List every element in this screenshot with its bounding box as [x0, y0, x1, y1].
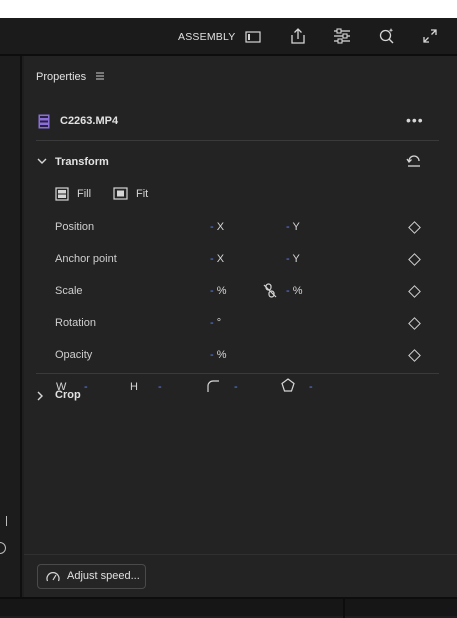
shape-field[interactable]: -: [309, 381, 313, 393]
chevron-right-icon[interactable]: [36, 391, 44, 404]
top-strip: [0, 0, 457, 18]
anchor-point-label: Anchor point: [55, 253, 117, 265]
opacity-label: Opacity: [55, 349, 93, 361]
divider: [343, 599, 345, 618]
keyframe-diamond-icon[interactable]: [408, 349, 421, 362]
crop-h-label: H: [130, 381, 138, 393]
unlink-icon[interactable]: [263, 283, 277, 301]
position-y-field[interactable]: - Y: [286, 221, 300, 233]
fullscreen-icon[interactable]: [422, 28, 438, 47]
rotation-label: Rotation: [55, 317, 96, 329]
panel-menu-icon[interactable]: [95, 71, 105, 84]
crop-w-field[interactable]: -: [84, 381, 88, 393]
speed-gauge-icon: [46, 571, 60, 585]
bottom-bar: [0, 597, 457, 618]
adjust-speed-button[interactable]: Adjust speed...: [37, 564, 146, 589]
clip-icon: [38, 114, 50, 132]
layout-icon[interactable]: [245, 30, 261, 47]
fit-label[interactable]: Fit: [136, 188, 148, 200]
corner-radius-icon: [206, 379, 220, 396]
keyframe-diamond-icon[interactable]: [408, 317, 421, 330]
reset-icon[interactable]: [406, 154, 422, 171]
keyframe-diamond-icon[interactable]: [408, 253, 421, 266]
circle-handle-icon[interactable]: [0, 542, 6, 554]
anchor-y-field[interactable]: - Y: [286, 253, 300, 265]
opacity-field[interactable]: - %: [210, 349, 227, 361]
chevron-down-icon[interactable]: [37, 156, 47, 168]
crop-h-field[interactable]: -: [158, 381, 162, 393]
fill-label[interactable]: Fill: [77, 188, 91, 200]
properties-panel: Properties C2263.MP4 ••• Transform Fill …: [24, 56, 457, 597]
adjust-speed-label: Adjust speed...: [67, 570, 140, 582]
keyframe-diamond-icon[interactable]: [408, 285, 421, 298]
position-x-field[interactable]: - X: [210, 221, 224, 233]
transform-title[interactable]: Transform: [55, 156, 109, 168]
left-panel: [0, 56, 22, 597]
divider: [36, 140, 439, 141]
corner-radius-field[interactable]: -: [234, 381, 238, 393]
scale-label: Scale: [55, 285, 83, 297]
divider: [24, 554, 457, 555]
position-label: Position: [55, 221, 95, 233]
crop-w-label: W: [56, 381, 67, 393]
keyframe-diamond-icon[interactable]: [408, 221, 421, 234]
share-icon[interactable]: [289, 27, 307, 48]
top-toolbar: ASSEMBLY: [0, 18, 457, 56]
playhead-marker: [6, 516, 7, 526]
more-options-icon[interactable]: •••: [406, 112, 424, 128]
shape-icon: [281, 378, 295, 395]
scale-width-field[interactable]: - %: [210, 285, 227, 297]
scale-height-field[interactable]: - %: [286, 285, 303, 297]
quality-search-icon[interactable]: [378, 27, 396, 48]
menu-settings-icon[interactable]: [333, 28, 351, 47]
clip-name: C2263.MP4: [60, 115, 119, 127]
rotation-field[interactable]: - °: [210, 317, 221, 329]
anchor-x-field[interactable]: - X: [210, 253, 224, 265]
divider: [36, 373, 439, 374]
workspace-label[interactable]: ASSEMBLY: [178, 31, 235, 43]
fill-icon[interactable]: [55, 187, 69, 204]
fit-icon[interactable]: [113, 187, 128, 203]
panel-title: Properties: [36, 71, 87, 83]
